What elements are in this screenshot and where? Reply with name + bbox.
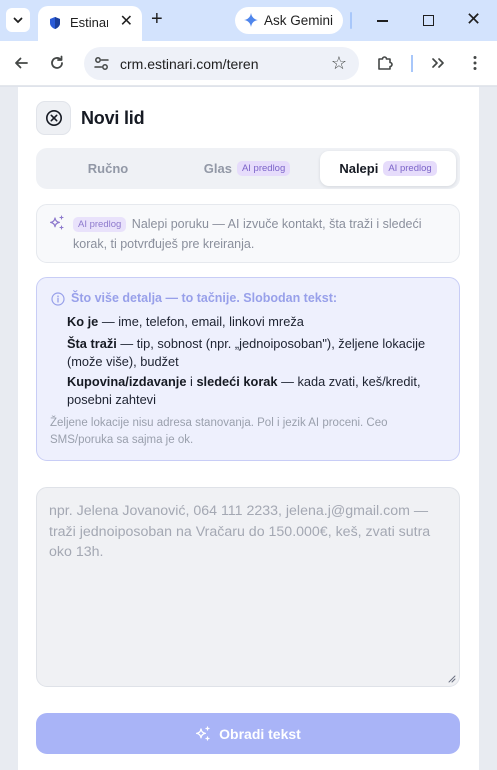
divider xyxy=(350,12,352,29)
back-arrow-icon[interactable] xyxy=(12,54,30,72)
close-button[interactable] xyxy=(36,101,71,135)
shield-favicon-icon xyxy=(50,17,60,29)
ai-suggestion-badge: AI predlog xyxy=(383,161,437,176)
input-mode-tabs: Ručno Glas AI predlog Nalepi AI predlog xyxy=(36,148,460,189)
tip-what: Šta traži — tip, sobnost (npr. „jednoipo… xyxy=(67,336,426,369)
extensions-puzzle-icon[interactable] xyxy=(376,54,394,72)
bookmark-star-icon[interactable]: ☆ xyxy=(331,54,347,72)
ai-suggestion-badge: AI predlog xyxy=(236,161,291,176)
paste-text-placeholder: npr. Jelena Jovanović, 064 111 2233, jel… xyxy=(49,503,431,560)
maximize-icon[interactable] xyxy=(423,15,434,26)
tips-footnote: Željene lokacije nisu adresa stanovanja.… xyxy=(50,417,388,446)
ask-gemini-label: Ask Gemini xyxy=(264,13,334,28)
tab-label: Nalepi xyxy=(339,161,379,176)
paste-hint-box: AI predlog Nalepi poruku — AI izvuče kon… xyxy=(36,204,460,263)
browser-tab-strip: Estinari ✕ + Ask Gemini ✕ xyxy=(0,0,497,41)
browser-toolbar: crm.estinari.com/teren ☆ xyxy=(0,41,497,86)
process-text-label: Obradi tekst xyxy=(219,725,301,742)
tab-voice[interactable]: Glas AI predlog xyxy=(179,151,315,186)
new-tab-icon[interactable]: + xyxy=(151,9,163,29)
more-vertical-icon[interactable] xyxy=(466,54,484,72)
reload-icon[interactable] xyxy=(48,54,66,72)
paste-hint-text: AI predlog Nalepi poruku — AI izvuče kon… xyxy=(73,215,451,254)
tab-title: Estinari xyxy=(70,15,108,30)
site-settings-icon[interactable] xyxy=(93,55,110,72)
process-text-button[interactable]: Obradi tekst xyxy=(36,713,460,754)
minimize-icon[interactable] xyxy=(377,20,388,22)
page-title: Novi lid xyxy=(81,108,145,128)
chevron-down-icon xyxy=(13,17,23,24)
detail-tips-box: Što više detalja — to tačnije. Slobodan … xyxy=(36,277,460,461)
ask-gemini-button[interactable]: Ask Gemini xyxy=(235,7,343,34)
paste-text-input[interactable]: npr. Jelena Jovanović, 064 111 2233, jel… xyxy=(36,487,460,687)
url-text: crm.estinari.com/teren xyxy=(120,56,259,72)
ai-suggestion-badge: AI predlog xyxy=(73,217,127,232)
address-bar[interactable]: crm.estinari.com/teren ☆ xyxy=(84,47,359,80)
gemini-sparkle-icon xyxy=(244,13,258,27)
tip-next-step: Kupovina/izdavanje i sledeći korak — kad… xyxy=(67,374,421,407)
window-close-icon[interactable]: ✕ xyxy=(466,8,481,30)
tab-search-button[interactable] xyxy=(6,8,30,32)
resize-handle-icon[interactable] xyxy=(448,675,456,683)
tab-manual[interactable]: Ručno xyxy=(40,151,176,186)
divider xyxy=(411,55,413,72)
info-icon xyxy=(51,292,65,306)
sparkles-icon xyxy=(50,215,64,230)
close-circle-icon xyxy=(45,110,62,126)
tab-label: Ručno xyxy=(87,161,129,176)
tip-who: Ko je — ime, telefon, email, linkovi mre… xyxy=(67,314,304,329)
sparkles-icon xyxy=(196,725,210,741)
tab-paste[interactable]: Nalepi AI predlog xyxy=(320,151,456,186)
tab-close-icon[interactable]: ✕ xyxy=(120,14,133,30)
browser-tab[interactable]: Estinari ✕ xyxy=(38,6,142,41)
tips-title: Što više detalja — to tačnije. Slobodan … xyxy=(71,291,338,305)
tab-label: Glas xyxy=(203,161,232,176)
double-chevron-icon[interactable] xyxy=(429,54,447,72)
